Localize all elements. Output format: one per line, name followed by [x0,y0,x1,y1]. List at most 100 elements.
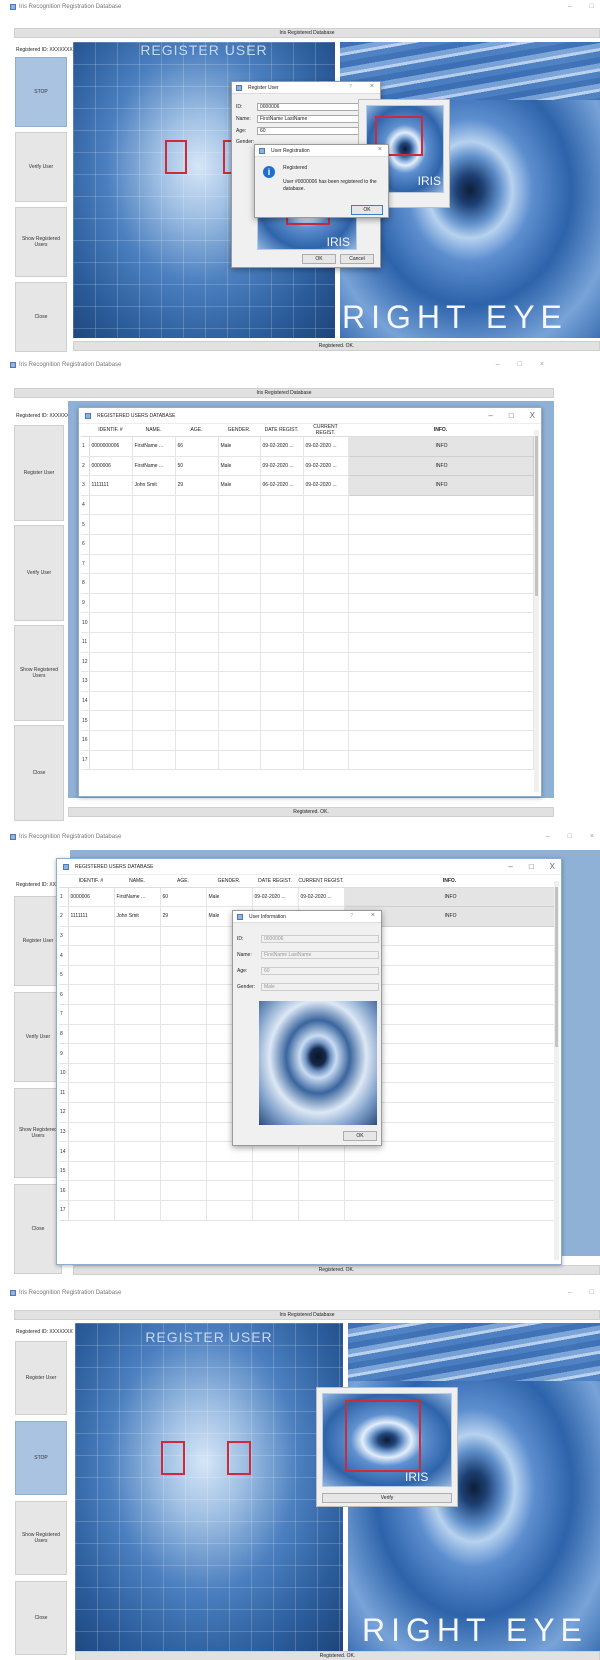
close-button[interactable]: Close [14,1184,62,1274]
info-button[interactable]: INFO [343,886,556,908]
verify-user-button[interactable]: Verify User [14,992,62,1082]
table-row[interactable]: 16 [81,730,534,751]
table-row[interactable]: 10 [81,612,534,633]
col-current-regist[interactable]: CURRENT REGIST. [303,424,348,437]
col-date-regist[interactable]: DATE REGIST. [252,875,298,888]
minimize-icon[interactable]: – [568,3,572,10]
app-icon [10,834,16,840]
cell-id: 0000006 [68,887,115,908]
close-icon[interactable]: X [550,862,555,871]
info-button[interactable]: INFO [347,436,534,457]
users-table: IDENTIF. # NAME. AGE. GENDER. DATE REGIS… [81,424,534,771]
message-title: User Registration [271,147,310,154]
col-age[interactable]: AGE. [175,424,218,437]
maximize-icon[interactable]: □ [509,411,514,420]
table-row[interactable]: 17 [81,750,534,771]
age-label: Age: [236,128,247,134]
vertical-scrollbar[interactable] [554,881,559,1260]
info-button[interactable]: INFO [347,455,534,477]
minimize-icon[interactable]: – [496,361,500,368]
table-row[interactable]: 15 [81,710,534,731]
table-row[interactable]: 16 [59,1180,556,1201]
close-icon[interactable]: × [371,912,375,919]
cell-id [89,632,133,653]
minimize-icon[interactable]: – [568,1289,572,1296]
stop-button[interactable]: STOP [15,1421,67,1495]
maximize-icon[interactable]: □ [568,833,572,840]
minimize-icon[interactable]: – [508,862,512,871]
close-button[interactable]: Close [15,1581,67,1655]
table-row[interactable]: 6 [81,534,534,555]
table-row[interactable]: 11 [81,632,534,653]
maximize-icon[interactable]: □ [518,361,522,368]
table-row[interactable]: 2 0000006 FirstName ... 50 Male 09-02-2020 ..… [81,455,534,477]
verify-button[interactable]: Verify [322,1493,452,1503]
maximize-icon[interactable]: □ [529,862,534,871]
show-registered-users-button[interactable]: Show Registered Users [14,1088,62,1178]
show-registered-users-button[interactable]: Show Registered Users [14,625,64,721]
minimize-icon[interactable]: – [488,411,492,420]
table-row[interactable]: 4 [81,495,534,516]
help-icon[interactable]: ? [349,84,352,90]
close-button[interactable]: Close [15,282,67,352]
table-row[interactable]: 7 [81,554,534,575]
col-info[interactable]: INFO. [348,424,533,437]
col-current-regist[interactable]: CURRENT REGIST. [298,875,344,888]
show-registered-users-button[interactable]: Show Registered Users [15,207,67,277]
col-gender[interactable]: GENDER. [206,875,252,888]
message-close-icon[interactable]: × [378,146,382,153]
verify-user-button[interactable]: Verify User [14,525,64,621]
scrollbar-thumb[interactable] [555,887,558,1047]
row-number: 5 [81,514,90,535]
iris-verify-box [345,1400,421,1472]
register-user-button[interactable]: Register User [14,425,64,521]
cancel-button[interactable]: Cancel [340,254,374,264]
table-row[interactable]: 14 [81,691,534,712]
table-row[interactable]: 8 [81,573,534,594]
table-row[interactable]: 1 0000006 FirstName ... 60 Male 09-02-2020 ..… [59,886,556,908]
col-age[interactable]: AGE. [160,875,206,888]
status-bar: Registered. OK. [73,341,600,351]
close-icon[interactable]: X [530,411,535,420]
verify-user-button[interactable]: Verify User [15,132,67,202]
stop-button[interactable]: STOP [15,57,67,127]
table-row[interactable]: 3 1111111 John Smit 29 Male 06-02-2020 ... 09-… [81,475,534,496]
col-gender[interactable]: GENDER. [218,424,260,437]
col-info[interactable]: INFO. [344,875,555,888]
table-row[interactable]: 9 [81,593,534,614]
close-icon[interactable]: × [370,83,374,90]
window-controls: – □ [568,3,594,10]
ok-button[interactable]: OK [343,1131,377,1141]
message-ok-button[interactable]: OK [351,205,383,215]
col-name[interactable]: NAME. [114,875,160,888]
table-row[interactable]: 15 [59,1161,556,1182]
col-identif[interactable]: IDENTIF. # [68,875,114,888]
table-row[interactable]: 17 [59,1200,556,1221]
cell-age [160,926,207,947]
help-icon[interactable]: ? [350,913,353,919]
col-name[interactable]: NAME. [132,424,175,437]
table-row[interactable]: 13 [81,671,534,692]
info-button[interactable]: INFO [347,475,534,496]
close-button[interactable]: Close [14,725,64,821]
database-window-controls: – □ X [488,411,535,420]
table-row[interactable]: 12 [81,652,534,673]
col-identif[interactable]: IDENTIF. # [89,424,132,437]
maximize-icon[interactable]: □ [590,1289,594,1296]
show-registered-users-button[interactable]: Show Registered Users [15,1501,67,1575]
register-user-button[interactable]: Register User [14,896,62,986]
dialog-icon [236,84,242,91]
close-icon[interactable]: × [590,833,594,840]
vertical-scrollbar[interactable] [534,430,539,792]
scrollbar-thumb[interactable] [535,436,538,596]
minimize-icon[interactable]: – [546,833,550,840]
register-user-button[interactable]: Register User [15,1341,67,1415]
col-date-regist[interactable]: DATE REGIST. [260,424,303,437]
ok-button[interactable]: OK [302,254,336,264]
cell-id [68,965,115,986]
close-icon[interactable]: × [540,361,544,368]
table-row[interactable]: 1 0000000006 FirstName ... 66 Male 09-02-2020… [81,436,534,457]
row-number: 11 [81,632,90,653]
table-row[interactable]: 5 [81,514,534,535]
maximize-icon[interactable]: □ [590,3,594,10]
